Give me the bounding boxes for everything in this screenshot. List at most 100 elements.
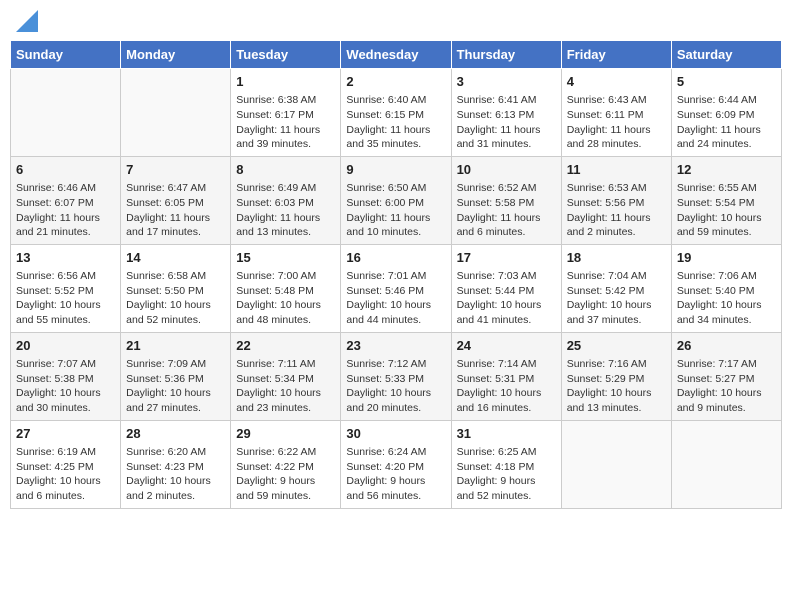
calendar-week-5: 27Sunrise: 6:19 AM Sunset: 4:25 PM Dayli… bbox=[11, 420, 782, 508]
day-detail: Sunrise: 7:00 AM Sunset: 5:48 PM Dayligh… bbox=[236, 269, 335, 328]
day-number: 6 bbox=[16, 161, 115, 179]
col-header-thursday: Thursday bbox=[451, 41, 561, 69]
day-detail: Sunrise: 7:12 AM Sunset: 5:33 PM Dayligh… bbox=[346, 357, 445, 416]
calendar-cell: 18 Sunrise: 7:04 AM Sunset: 5:42 PM Dayli… bbox=[561, 244, 671, 332]
day-detail: Sunrise: 7:14 AM Sunset: 5:31 PM Dayligh… bbox=[457, 357, 556, 416]
day-detail: Sunrise: 7:16 AM Sunset: 5:29 PM Dayligh… bbox=[567, 357, 666, 416]
day-number: 11 bbox=[567, 161, 666, 179]
col-header-friday: Friday bbox=[561, 41, 671, 69]
day-detail: Sunrise: 6:49 AM Sunset: 6:03 PM Dayligh… bbox=[236, 181, 335, 240]
day-number: 19 bbox=[677, 249, 776, 267]
day-number: 18 bbox=[567, 249, 666, 267]
day-number: 30 bbox=[346, 425, 445, 443]
day-detail: Sunrise: 6:22 AM Sunset: 4:22 PM Dayligh… bbox=[236, 445, 335, 504]
day-number: 24 bbox=[457, 337, 556, 355]
day-detail: Sunrise: 7:01 AM Sunset: 5:46 PM Dayligh… bbox=[346, 269, 445, 328]
calendar-cell: 8 Sunrise: 6:49 AM Sunset: 6:03 PM Daylig… bbox=[231, 156, 341, 244]
day-number: 25 bbox=[567, 337, 666, 355]
day-detail: Sunrise: 6:41 AM Sunset: 6:13 PM Dayligh… bbox=[457, 93, 556, 152]
day-number: 21 bbox=[126, 337, 225, 355]
day-number: 27 bbox=[16, 425, 115, 443]
calendar-week-3: 13 Sunrise: 6:56 AM Sunset: 5:52 PM Dayli… bbox=[11, 244, 782, 332]
calendar-cell bbox=[671, 420, 781, 508]
day-detail: Sunrise: 6:47 AM Sunset: 6:05 PM Dayligh… bbox=[126, 181, 225, 240]
day-number: 12 bbox=[677, 161, 776, 179]
calendar-cell: 22 Sunrise: 7:11 AM Sunset: 5:34 PM Dayli… bbox=[231, 332, 341, 420]
calendar-cell: 14Sunrise: 6:58 AM Sunset: 5:50 PM Dayli… bbox=[121, 244, 231, 332]
calendar-cell: 27Sunrise: 6:19 AM Sunset: 4:25 PM Dayli… bbox=[11, 420, 121, 508]
calendar-cell: 3 Sunrise: 6:41 AM Sunset: 6:13 PM Daylig… bbox=[451, 69, 561, 157]
calendar-cell: 9 Sunrise: 6:50 AM Sunset: 6:00 PM Daylig… bbox=[341, 156, 451, 244]
day-detail: Sunrise: 7:04 AM Sunset: 5:42 PM Dayligh… bbox=[567, 269, 666, 328]
calendar-cell bbox=[121, 69, 231, 157]
day-number: 2 bbox=[346, 73, 445, 91]
calendar-cell: 23 Sunrise: 7:12 AM Sunset: 5:33 PM Dayli… bbox=[341, 332, 451, 420]
day-number: 7 bbox=[126, 161, 225, 179]
calendar-cell: 15Sunrise: 7:00 AM Sunset: 5:48 PM Dayli… bbox=[231, 244, 341, 332]
calendar-cell: 25 Sunrise: 7:16 AM Sunset: 5:29 PM Dayli… bbox=[561, 332, 671, 420]
day-detail: Sunrise: 6:53 AM Sunset: 5:56 PM Dayligh… bbox=[567, 181, 666, 240]
day-detail: Sunrise: 6:25 AM Sunset: 4:18 PM Dayligh… bbox=[457, 445, 556, 504]
calendar-cell: 26 Sunrise: 7:17 AM Sunset: 5:27 PM Dayli… bbox=[671, 332, 781, 420]
day-detail: Sunrise: 6:52 AM Sunset: 5:58 PM Dayligh… bbox=[457, 181, 556, 240]
calendar-cell: 16 Sunrise: 7:01 AM Sunset: 5:46 PM Dayli… bbox=[341, 244, 451, 332]
calendar-table: SundayMondayTuesdayWednesdayThursdayFrid… bbox=[10, 40, 782, 509]
day-number: 13 bbox=[16, 249, 115, 267]
calendar-cell bbox=[561, 420, 671, 508]
day-detail: Sunrise: 6:24 AM Sunset: 4:20 PM Dayligh… bbox=[346, 445, 445, 504]
day-number: 23 bbox=[346, 337, 445, 355]
day-detail: Sunrise: 6:50 AM Sunset: 6:00 PM Dayligh… bbox=[346, 181, 445, 240]
day-number: 28 bbox=[126, 425, 225, 443]
day-number: 16 bbox=[346, 249, 445, 267]
day-detail: Sunrise: 6:55 AM Sunset: 5:54 PM Dayligh… bbox=[677, 181, 776, 240]
calendar-cell: 6 Sunrise: 6:46 AM Sunset: 6:07 PM Daylig… bbox=[11, 156, 121, 244]
calendar-cell: 4Sunrise: 6:43 AM Sunset: 6:11 PM Daylig… bbox=[561, 69, 671, 157]
col-header-tuesday: Tuesday bbox=[231, 41, 341, 69]
col-header-saturday: Saturday bbox=[671, 41, 781, 69]
calendar-cell: 28 Sunrise: 6:20 AM Sunset: 4:23 PM Dayli… bbox=[121, 420, 231, 508]
day-number: 29 bbox=[236, 425, 335, 443]
day-number: 10 bbox=[457, 161, 556, 179]
calendar-cell: 29 Sunrise: 6:22 AM Sunset: 4:22 PM Dayli… bbox=[231, 420, 341, 508]
day-number: 8 bbox=[236, 161, 335, 179]
day-detail: Sunrise: 6:56 AM Sunset: 5:52 PM Dayligh… bbox=[16, 269, 115, 328]
day-detail: Sunrise: 6:43 AM Sunset: 6:11 PM Dayligh… bbox=[567, 93, 666, 152]
day-number: 26 bbox=[677, 337, 776, 355]
calendar-cell: 19 Sunrise: 7:06 AM Sunset: 5:40 PM Dayli… bbox=[671, 244, 781, 332]
day-number: 9 bbox=[346, 161, 445, 179]
calendar-cell: 7 Sunrise: 6:47 AM Sunset: 6:05 PM Daylig… bbox=[121, 156, 231, 244]
day-detail: Sunrise: 6:20 AM Sunset: 4:23 PM Dayligh… bbox=[126, 445, 225, 504]
calendar-cell: 30 Sunrise: 6:24 AM Sunset: 4:20 PM Dayli… bbox=[341, 420, 451, 508]
page-header bbox=[10, 10, 782, 32]
calendar-cell: 11 Sunrise: 6:53 AM Sunset: 5:56 PM Dayli… bbox=[561, 156, 671, 244]
day-detail: Sunrise: 6:44 AM Sunset: 6:09 PM Dayligh… bbox=[677, 93, 776, 152]
day-detail: Sunrise: 7:17 AM Sunset: 5:27 PM Dayligh… bbox=[677, 357, 776, 416]
day-number: 20 bbox=[16, 337, 115, 355]
day-number: 22 bbox=[236, 337, 335, 355]
calendar-cell: 31 Sunrise: 6:25 AM Sunset: 4:18 PM Dayli… bbox=[451, 420, 561, 508]
day-detail: Sunrise: 7:09 AM Sunset: 5:36 PM Dayligh… bbox=[126, 357, 225, 416]
calendar-cell: 10 Sunrise: 6:52 AM Sunset: 5:58 PM Dayli… bbox=[451, 156, 561, 244]
col-header-monday: Monday bbox=[121, 41, 231, 69]
calendar-week-1: 1Sunrise: 6:38 AM Sunset: 6:17 PM Daylig… bbox=[11, 69, 782, 157]
calendar-cell bbox=[11, 69, 121, 157]
day-number: 1 bbox=[236, 73, 335, 91]
calendar-cell: 13 Sunrise: 6:56 AM Sunset: 5:52 PM Dayli… bbox=[11, 244, 121, 332]
logo bbox=[14, 10, 38, 32]
day-number: 17 bbox=[457, 249, 556, 267]
day-number: 3 bbox=[457, 73, 556, 91]
day-detail: Sunrise: 7:06 AM Sunset: 5:40 PM Dayligh… bbox=[677, 269, 776, 328]
calendar-cell: 1Sunrise: 6:38 AM Sunset: 6:17 PM Daylig… bbox=[231, 69, 341, 157]
day-detail: Sunrise: 6:46 AM Sunset: 6:07 PM Dayligh… bbox=[16, 181, 115, 240]
calendar-cell: 17Sunrise: 7:03 AM Sunset: 5:44 PM Dayli… bbox=[451, 244, 561, 332]
calendar-cell: 24 Sunrise: 7:14 AM Sunset: 5:31 PM Dayli… bbox=[451, 332, 561, 420]
calendar-cell: 12 Sunrise: 6:55 AM Sunset: 5:54 PM Dayli… bbox=[671, 156, 781, 244]
day-detail: Sunrise: 7:11 AM Sunset: 5:34 PM Dayligh… bbox=[236, 357, 335, 416]
day-detail: Sunrise: 6:40 AM Sunset: 6:15 PM Dayligh… bbox=[346, 93, 445, 152]
day-number: 31 bbox=[457, 425, 556, 443]
col-header-wednesday: Wednesday bbox=[341, 41, 451, 69]
calendar-week-4: 20Sunrise: 7:07 AM Sunset: 5:38 PM Dayli… bbox=[11, 332, 782, 420]
day-detail: Sunrise: 6:58 AM Sunset: 5:50 PM Dayligh… bbox=[126, 269, 225, 328]
day-number: 5 bbox=[677, 73, 776, 91]
calendar-cell: 21 Sunrise: 7:09 AM Sunset: 5:36 PM Dayli… bbox=[121, 332, 231, 420]
